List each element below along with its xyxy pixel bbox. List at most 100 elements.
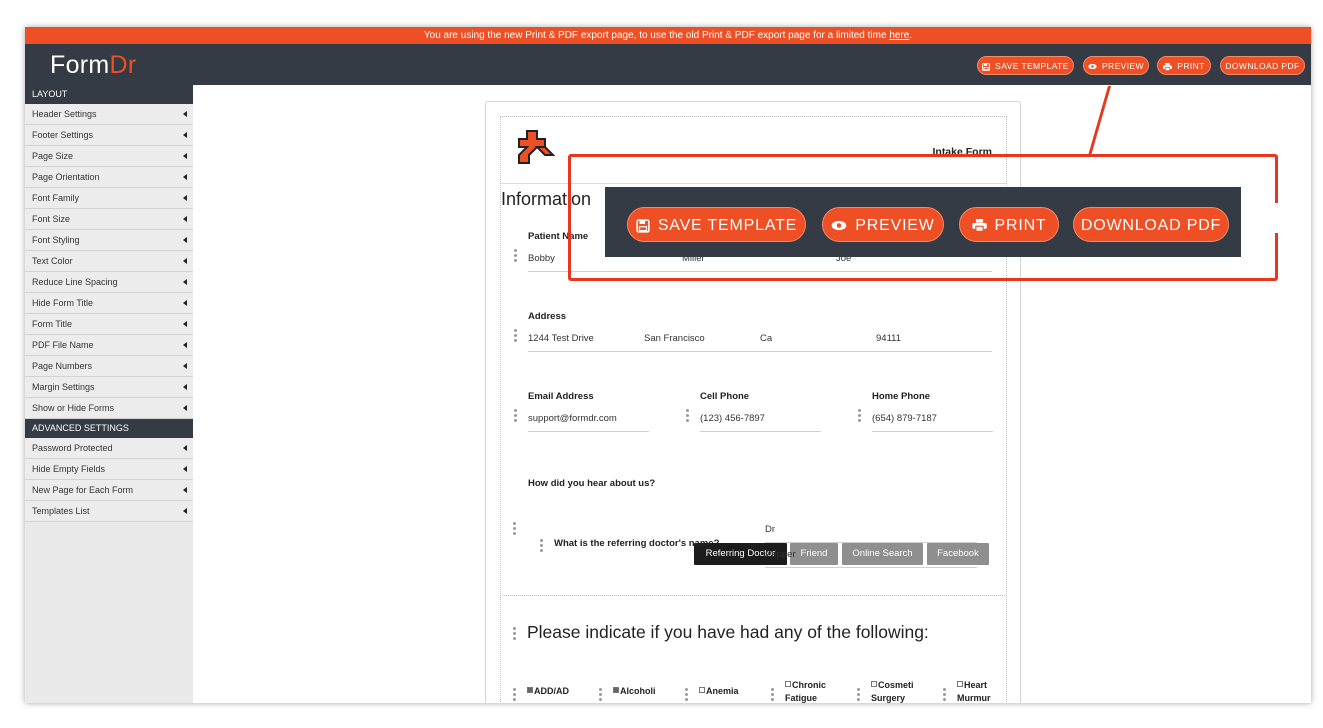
sidebar-item-reduce-line-spacing[interactable]: Reduce Line Spacing bbox=[25, 272, 193, 293]
zip-value: 94111 bbox=[876, 333, 902, 344]
option-online-search[interactable]: Online Search bbox=[842, 543, 923, 565]
sidebar-item-page-size[interactable]: Page Size bbox=[25, 146, 193, 167]
condition-checkbox[interactable]: Anemia bbox=[699, 686, 739, 696]
drag-handle-icon[interactable] bbox=[686, 409, 689, 424]
callout-frame-gap bbox=[1274, 203, 1282, 233]
caret-left-icon bbox=[183, 384, 187, 390]
condition-checkbox[interactable]: Chronic Fatigue bbox=[785, 679, 831, 703]
download-pdf-button[interactable]: DOWNLOAD PDF bbox=[1220, 56, 1305, 75]
caret-left-icon bbox=[183, 279, 187, 285]
ref-first-underline bbox=[765, 542, 977, 543]
checkbox-icon bbox=[785, 681, 791, 687]
referral-source-label: How did you hear about us? bbox=[528, 478, 656, 489]
preview-button[interactable]: PREVIEW bbox=[1083, 56, 1149, 75]
printer-icon bbox=[971, 219, 987, 233]
city-value: San Francisco bbox=[644, 333, 705, 344]
print-label: PRINT bbox=[1177, 61, 1205, 71]
caret-left-icon bbox=[183, 132, 187, 138]
caret-left-icon bbox=[183, 321, 187, 327]
drag-handle-icon[interactable] bbox=[540, 539, 543, 554]
logo-dr: Dr bbox=[109, 51, 137, 79]
zoom-save-template-button[interactable]: SAVE TEMPLATE bbox=[627, 207, 806, 242]
top-bar: FormDr SAVE TEMPLATE PREVIEW PRINT DOWNL… bbox=[25, 44, 1311, 85]
notice-banner: You are using the new Print & PDF export… bbox=[25, 27, 1311, 44]
save-template-button[interactable]: SAVE TEMPLATE bbox=[977, 56, 1074, 75]
condition-checkbox[interactable]: ADD/AD bbox=[527, 686, 569, 696]
sidebar-item-pdf-file-name[interactable]: PDF File Name bbox=[25, 335, 193, 356]
drag-handle-icon[interactable] bbox=[514, 409, 517, 424]
address-underline bbox=[528, 351, 992, 352]
drag-handle-icon[interactable] bbox=[943, 688, 946, 703]
ref-first-name-value: Dr bbox=[765, 524, 776, 535]
email-underline bbox=[528, 431, 649, 432]
drag-handle-icon[interactable] bbox=[599, 688, 602, 703]
drag-handle-icon[interactable] bbox=[514, 329, 517, 344]
zoomed-toolbar: SAVE TEMPLATE PREVIEW PRINT DOWNLOAD PDF bbox=[605, 187, 1241, 257]
floppy-icon bbox=[982, 62, 991, 71]
zoom-print-button[interactable]: PRINT bbox=[959, 207, 1059, 242]
option-friend[interactable]: Friend bbox=[790, 543, 838, 565]
sidebar-item-hide-empty-fields[interactable]: Hide Empty Fields bbox=[25, 459, 193, 480]
zoom-download-pdf-button[interactable]: DOWNLOAD PDF bbox=[1073, 207, 1229, 242]
caret-left-icon bbox=[183, 363, 187, 369]
drag-handle-icon[interactable] bbox=[513, 627, 516, 642]
drag-handle-icon[interactable] bbox=[513, 522, 516, 537]
advanced-items: Password Protected Hide Empty Fields New… bbox=[25, 438, 193, 522]
email-label: Email Address bbox=[528, 391, 594, 402]
drag-handle-icon[interactable] bbox=[857, 688, 860, 703]
sidebar-item-margin-settings[interactable]: Margin Settings bbox=[25, 377, 193, 398]
condition-checkbox[interactable]: Cosmeti Surgery bbox=[871, 679, 917, 703]
sidebar-item-show-hide-forms[interactable]: Show or Hide Forms bbox=[25, 398, 193, 419]
checkbox-checked-icon bbox=[527, 687, 533, 693]
conditions-title: Please indicate if you have had any of t… bbox=[527, 622, 929, 642]
drag-handle-icon[interactable] bbox=[858, 409, 861, 424]
sidebar-item-font-size[interactable]: Font Size bbox=[25, 209, 193, 230]
sidebar-item-page-numbers[interactable]: Page Numbers bbox=[25, 356, 193, 377]
cell-underline bbox=[700, 431, 821, 432]
preview-label: PREVIEW bbox=[1101, 61, 1144, 71]
checkbox-checked-icon bbox=[613, 687, 619, 693]
street-value: 1244 Test Drive bbox=[528, 333, 594, 344]
condition-checkbox[interactable]: Heart Murmur bbox=[957, 679, 1003, 703]
checkbox-icon bbox=[699, 687, 705, 693]
first-name-value: Bobby bbox=[528, 253, 555, 264]
drag-handle-icon[interactable] bbox=[514, 249, 517, 264]
sidebar-item-font-family[interactable]: Font Family bbox=[25, 188, 193, 209]
zoom-preview-button[interactable]: PREVIEW bbox=[822, 207, 944, 242]
save-template-label: SAVE TEMPLATE bbox=[995, 61, 1069, 71]
sidebar-item-page-orientation[interactable]: Page Orientation bbox=[25, 167, 193, 188]
sidebar-item-footer-settings[interactable]: Footer Settings bbox=[25, 125, 193, 146]
home-phone-label: Home Phone bbox=[872, 391, 931, 402]
caret-left-icon bbox=[183, 508, 187, 514]
drag-handle-icon[interactable] bbox=[513, 688, 516, 703]
caret-left-icon bbox=[183, 466, 187, 472]
zoom-preview-label: PREVIEW bbox=[855, 217, 935, 234]
layout-section-title: LAYOUT bbox=[25, 85, 193, 104]
sidebar-item-templates-list[interactable]: Templates List bbox=[25, 501, 193, 522]
home-underline bbox=[872, 431, 993, 432]
print-button[interactable]: PRINT bbox=[1157, 56, 1211, 75]
drag-handle-icon[interactable] bbox=[685, 688, 688, 703]
sidebar-item-hide-form-title[interactable]: Hide Form Title bbox=[25, 293, 193, 314]
sidebar-item-form-title[interactable]: Form Title bbox=[25, 314, 193, 335]
section-divider bbox=[500, 595, 1007, 596]
sidebar-item-password-protected[interactable]: Password Protected bbox=[25, 438, 193, 459]
option-facebook[interactable]: Facebook bbox=[927, 543, 989, 565]
sidebar-item-font-styling[interactable]: Font Styling bbox=[25, 230, 193, 251]
caret-left-icon bbox=[183, 487, 187, 493]
caret-left-icon bbox=[183, 237, 187, 243]
floppy-icon bbox=[636, 219, 650, 233]
address-label: Address bbox=[528, 311, 567, 322]
banner-link[interactable]: here bbox=[889, 30, 909, 41]
sidebar-item-header-settings[interactable]: Header Settings bbox=[25, 104, 193, 125]
download-pdf-label: DOWNLOAD PDF bbox=[1225, 61, 1300, 71]
app-window: You are using the new Print & PDF export… bbox=[25, 27, 1311, 703]
condition-checkbox[interactable]: Alcoholi bbox=[613, 686, 656, 696]
caret-left-icon bbox=[183, 195, 187, 201]
sidebar-item-new-page-each-form[interactable]: New Page for Each Form bbox=[25, 480, 193, 501]
sidebar-item-text-color[interactable]: Text Color bbox=[25, 251, 193, 272]
formdr-logo-icon bbox=[518, 130, 555, 164]
ref-last-underline bbox=[765, 567, 977, 568]
drag-handle-icon[interactable] bbox=[771, 688, 774, 703]
banner-end: . bbox=[909, 30, 913, 41]
